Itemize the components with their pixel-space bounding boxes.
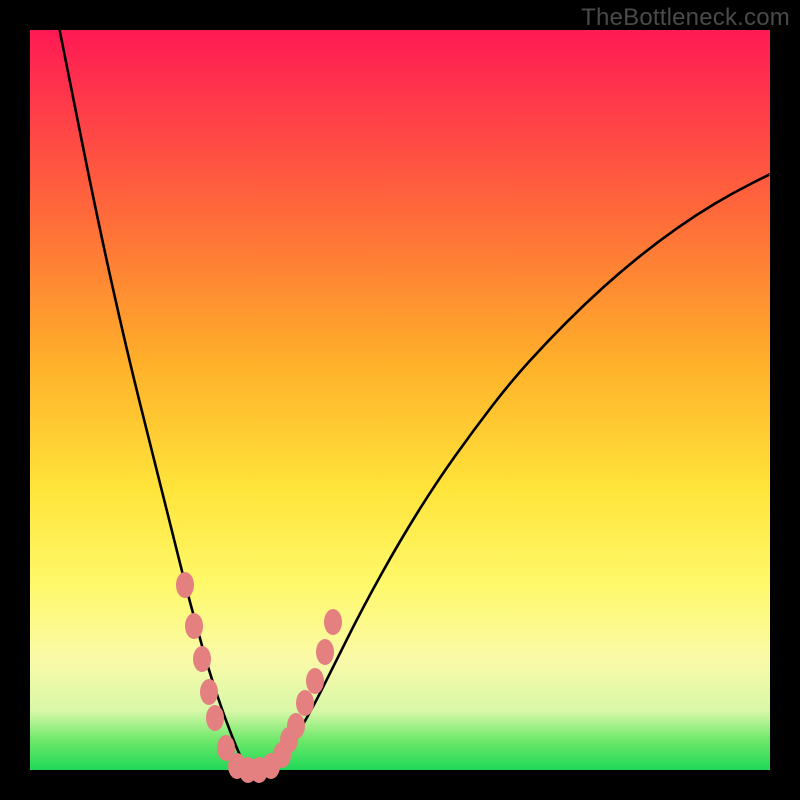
curve-marker bbox=[316, 639, 334, 665]
curve-marker bbox=[193, 646, 211, 672]
curve-marker bbox=[176, 572, 194, 598]
bottleneck-curve-path bbox=[60, 30, 770, 769]
curve-marker bbox=[200, 679, 218, 705]
curve-marker bbox=[296, 690, 314, 716]
watermark-text: TheBottleneck.com bbox=[581, 4, 790, 32]
curve-marker bbox=[185, 613, 203, 639]
curve-marker bbox=[324, 609, 342, 635]
bottleneck-curve-svg bbox=[30, 30, 770, 770]
curve-marker bbox=[306, 668, 324, 694]
curve-marker bbox=[206, 705, 224, 731]
curve-marker bbox=[287, 713, 305, 739]
